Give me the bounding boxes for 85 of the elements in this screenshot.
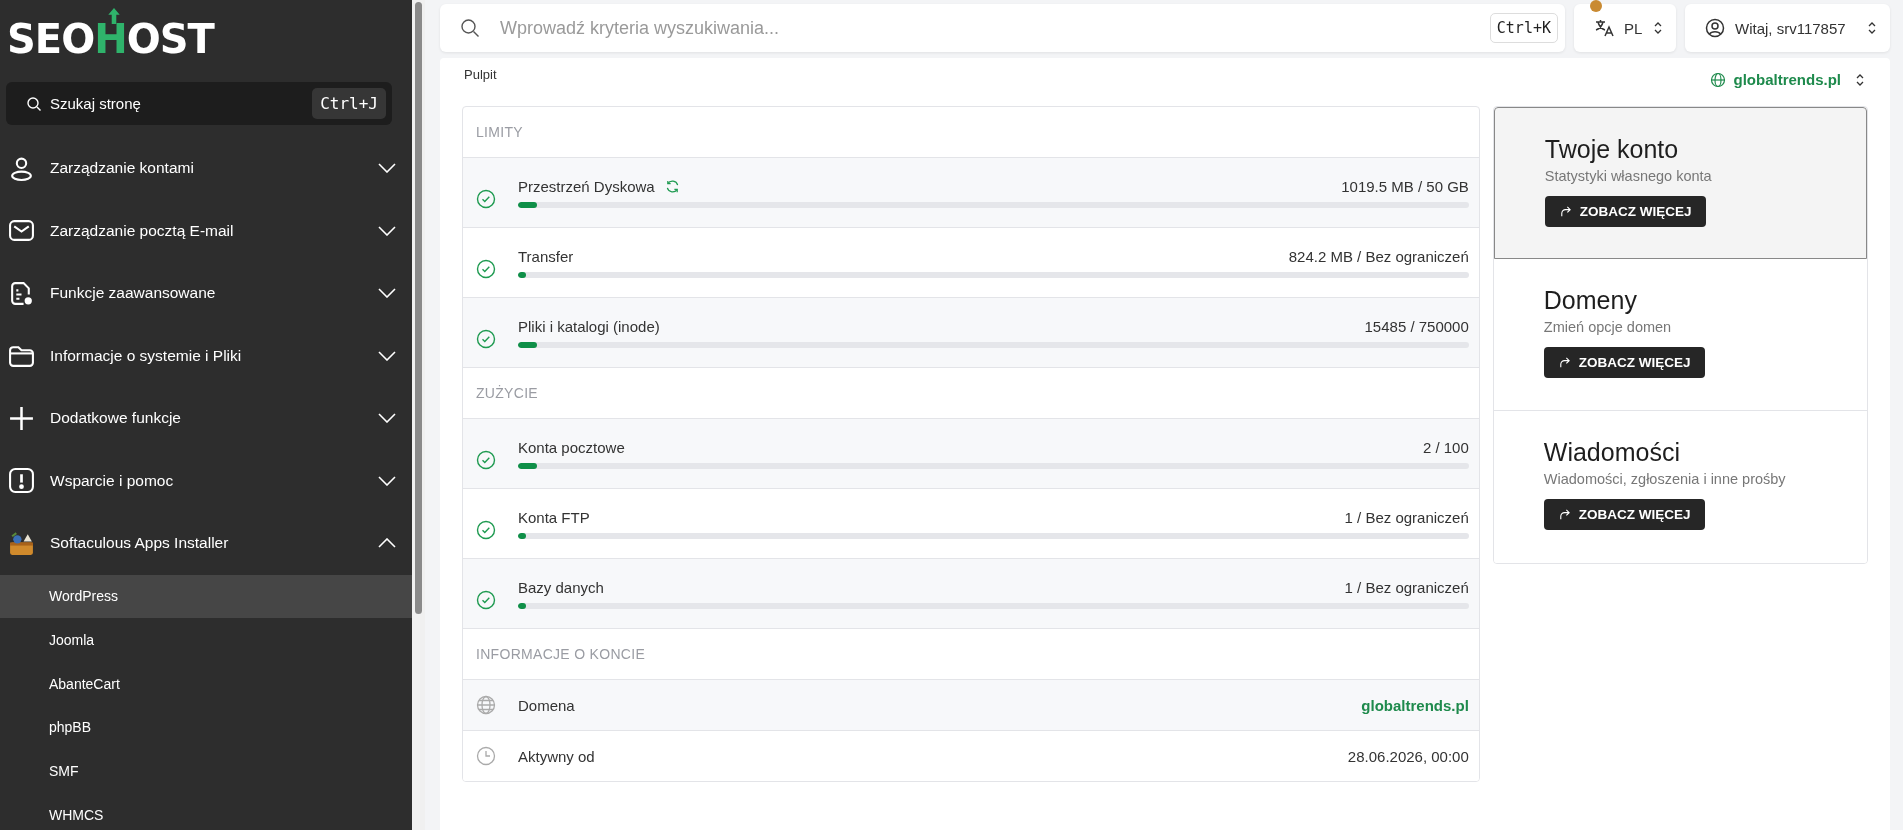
stat-label: Pliki i katalogi (inode): [518, 317, 660, 335]
chevron-icon: [378, 288, 396, 299]
search-input[interactable]: Szukaj stronę: [48, 94, 313, 113]
check-circle-icon: [476, 188, 496, 209]
user-icon: [1705, 18, 1725, 38]
chevron-icon: [378, 350, 396, 361]
stat-label: Konta FTP: [518, 508, 590, 526]
language-selector[interactable]: PL: [1574, 4, 1676, 52]
shortcut-key: Ctrl+K: [1489, 13, 1558, 43]
info-value: 28.06.2026, 00:00: [1347, 747, 1469, 765]
redirect-arrow-icon: [1557, 356, 1571, 369]
check-circle-icon: [476, 519, 496, 540]
globe-icon: [476, 695, 496, 715]
stat-value: 1 / Bez ograniczeń: [1344, 578, 1469, 596]
alert-icon: [8, 467, 35, 495]
chevron-icon: [378, 538, 396, 549]
section-title: LIMITY: [476, 124, 523, 140]
chevron-icon: [378, 225, 396, 236]
chevron-icon: [378, 163, 396, 174]
breadcrumb[interactable]: Pulpit: [464, 67, 497, 82]
submenu-item[interactable]: SMF: [0, 749, 412, 793]
see-more-button[interactable]: ZOBACZ WIĘCEJ: [1544, 196, 1706, 227]
menu-item[interactable]: Informacje o systemie i Pliki: [0, 324, 412, 387]
stat-label: Konta pocztowe: [518, 438, 625, 456]
chevron-icon: [378, 475, 396, 486]
domain-link[interactable]: globaltrends.pl: [1361, 696, 1469, 714]
card-subtitle: Wiadomości, zgłoszenia i inne prośby: [1543, 471, 1786, 487]
section-title: INFORMACJE O KONCIE: [476, 646, 646, 662]
search-field[interactable]: Szukaj stronę Ctrl+J: [6, 82, 392, 125]
menu-item[interactable]: Zarządzanie pocztą E-mail: [0, 199, 412, 262]
stat-label: Bazy danych: [518, 578, 604, 596]
chevron-icon: [378, 413, 396, 424]
user-menu[interactable]: Witaj, srv117857: [1685, 4, 1890, 52]
domain-selector[interactable]: globaltrends.pl: [1710, 71, 1864, 88]
section-title: ZUŻYCIE: [476, 385, 538, 401]
submenu-item[interactable]: Joomla: [0, 618, 412, 662]
check-circle-icon: [476, 449, 496, 470]
document-gear-icon: [8, 279, 35, 307]
clock-icon: [476, 746, 496, 766]
shortcut-card[interactable]: Twoje konto Statystyki własnego konta ZOBACZ WIĘCEJ: [1493, 107, 1867, 259]
search-icon: [460, 18, 480, 38]
search-icon: [26, 95, 42, 112]
globe-icon: [1710, 71, 1727, 88]
stat-label: Przestrzeń Dyskowa: [518, 177, 655, 195]
sort-icon: [1654, 22, 1662, 34]
submenu-item[interactable]: phpBB: [0, 705, 412, 750]
stat-value: 1 / Bez ograniczeń: [1344, 508, 1469, 526]
card-subtitle: Statystyki własnego konta: [1544, 168, 1712, 184]
logo: SEOHOST: [7, 4, 214, 62]
redirect-arrow-icon: [1557, 508, 1571, 521]
card-title: Twoje konto: [1544, 135, 1679, 164]
notification-dot: [1590, 0, 1602, 12]
card-title: Domeny: [1543, 286, 1637, 315]
card-subtitle: Zmień opcje domen: [1543, 319, 1672, 335]
translate-icon: [1594, 18, 1614, 38]
stat-value: 1019.5 MB / 50 GB: [1341, 177, 1469, 195]
stat-value: 2 / 100: [1422, 438, 1469, 456]
check-circle-icon: [476, 589, 496, 610]
check-circle-icon: [476, 328, 496, 349]
stat-label: Transfer: [518, 247, 574, 265]
scrollbar[interactable]: [412, 0, 425, 830]
search-field[interactable]: Wprowadź kryteria wyszukiwania... Ctrl+K: [440, 4, 1565, 52]
submenu-item[interactable]: WHMCS: [0, 792, 412, 830]
refresh-icon[interactable]: [664, 178, 680, 194]
submenu-item[interactable]: WordPress: [0, 574, 412, 619]
redirect-arrow-icon: [1558, 205, 1572, 218]
menu-item[interactable]: Wsparcie i pomoc: [0, 449, 412, 512]
see-more-button[interactable]: ZOBACZ WIĘCEJ: [1543, 499, 1705, 530]
stat-value: 824.2 MB / Bez ograniczeń: [1288, 247, 1469, 265]
shortcut-key: Ctrl+J: [312, 88, 386, 119]
check-circle-icon: [476, 258, 496, 279]
info-label: Aktywny od: [518, 747, 595, 765]
sort-icon: [1856, 73, 1864, 86]
card-title: Wiadomości: [1543, 438, 1680, 467]
plus-icon: [8, 404, 35, 432]
menu-item[interactable]: Funkcje zaawansowane: [0, 262, 412, 325]
info-label: Domena: [518, 696, 575, 714]
toolbox-icon: [8, 529, 35, 557]
menu-item[interactable]: Softaculous Apps Installer: [0, 512, 412, 575]
menu-item[interactable]: Zarządzanie kontami: [0, 137, 412, 200]
submenu-item[interactable]: AbanteCart: [0, 661, 412, 706]
sort-icon: [1868, 22, 1876, 34]
menu-item[interactable]: Dodatkowe funkcje: [0, 387, 412, 450]
see-more-button[interactable]: ZOBACZ WIĘCEJ: [1543, 347, 1705, 378]
stat-value: 15485 / 750000: [1364, 317, 1469, 335]
